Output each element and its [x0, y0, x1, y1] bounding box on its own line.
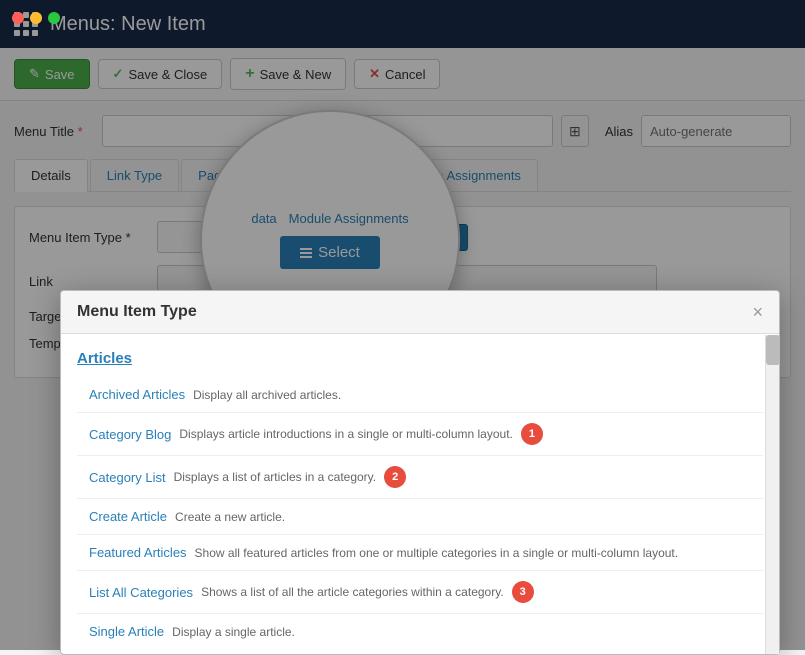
badge-2: 2: [384, 466, 406, 488]
badge-1: 1: [521, 423, 543, 445]
category-blog-desc: Displays article introductions in a sing…: [179, 427, 512, 441]
minimize-button[interactable]: [30, 12, 42, 24]
modal-header: Menu Item Type ×: [61, 291, 779, 334]
traffic-lights: [12, 12, 60, 24]
single-article-desc: Display a single article.: [172, 625, 295, 639]
close-button[interactable]: [12, 12, 24, 24]
archived-articles-link[interactable]: Archived Articles: [89, 387, 185, 402]
category-list-desc: Displays a list of articles in a categor…: [174, 470, 377, 484]
list-item: Category List Displays a list of article…: [77, 456, 763, 499]
list-item: Archived Articles Display all archived a…: [77, 377, 763, 413]
featured-articles-desc: Show all featured articles from one or m…: [195, 546, 679, 560]
list-item: Single Article Display a single article.: [77, 614, 763, 649]
create-article-link[interactable]: Create Article: [89, 509, 167, 524]
list-item: List All Categories Shows a list of all …: [77, 571, 763, 614]
single-article-link[interactable]: Single Article: [89, 624, 164, 639]
list-item: Category Blog Displays article introduct…: [77, 413, 763, 456]
archived-articles-desc: Display all archived articles.: [193, 388, 341, 402]
maximize-button[interactable]: [48, 12, 60, 24]
list-all-categories-desc: Shows a list of all the article categori…: [201, 585, 504, 599]
modal-title: Menu Item Type: [77, 303, 197, 321]
modal-close-button[interactable]: ×: [752, 303, 763, 321]
modal-scrollbar[interactable]: [765, 335, 779, 654]
scrollbar-thumb[interactable]: [766, 335, 780, 365]
articles-section-title[interactable]: Articles: [77, 350, 763, 367]
list-item: Create Article Create a new article.: [77, 499, 763, 535]
category-list-link[interactable]: Category List: [89, 470, 166, 485]
list-item: Featured Articles Show all featured arti…: [77, 535, 763, 571]
modal-body: Articles Archived Articles Display all a…: [61, 334, 779, 654]
category-blog-link[interactable]: Category Blog: [89, 427, 171, 442]
badge-3: 3: [512, 581, 534, 603]
list-all-categories-link[interactable]: List All Categories: [89, 585, 193, 600]
menu-item-type-modal: Menu Item Type × Articles Archived Artic…: [60, 290, 780, 655]
featured-articles-link[interactable]: Featured Articles: [89, 545, 187, 560]
create-article-desc: Create a new article.: [175, 510, 285, 524]
